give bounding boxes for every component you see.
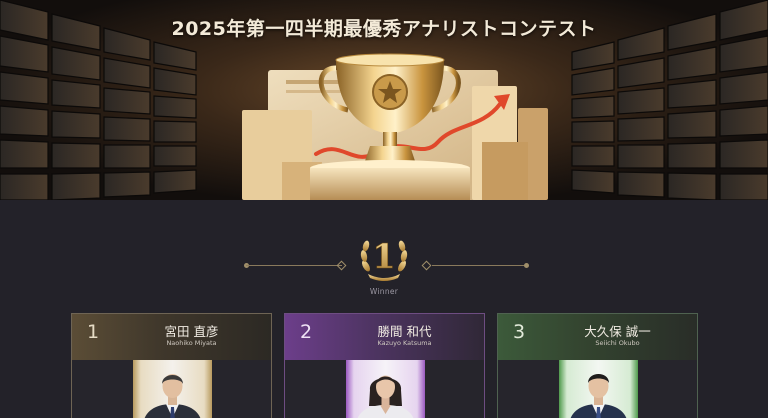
divider-line-left: [246, 265, 342, 266]
rank-number: 1: [87, 321, 100, 343]
divider-ornament: [524, 263, 529, 268]
card-body: [72, 360, 271, 418]
analyst-name-jp: 大久保 誠一: [584, 324, 651, 339]
analyst-photo: [559, 360, 638, 418]
winner-label: Winner: [369, 287, 399, 296]
card-body: [498, 360, 697, 418]
analyst-photo: [133, 360, 212, 418]
portrait-man-icon: [144, 374, 201, 418]
laurel-number-one-icon: 1: [360, 237, 408, 281]
divider-line-right: [432, 265, 528, 266]
portrait-woman-icon: [357, 375, 414, 418]
ranking-card-1[interactable]: 1 宮田 直彦 Naohiko Miyata: [71, 313, 272, 418]
card-header: 2 勝間 和代 Kazuyo Katsuma: [285, 314, 484, 360]
analyst-photo: [346, 360, 425, 418]
card-header: 3 大久保 誠一 Seiichi Okubo: [498, 314, 697, 360]
analyst-name-en: Naohiko Miyata: [166, 339, 217, 347]
trophy-illustration: [242, 53, 548, 200]
hero-banner: 2025年第一四半期最優秀アナリストコンテスト: [0, 0, 768, 200]
analyst-name-en: Kazuyo Katsuma: [377, 339, 432, 347]
page-title: 2025年第一四半期最優秀アナリストコンテスト: [171, 18, 597, 40]
winner-emblem: 1 Winner: [0, 228, 768, 298]
divider-ornament: [336, 260, 347, 271]
rank-number: 3: [513, 321, 526, 343]
winner-number: 1: [372, 237, 396, 277]
analyst-name-en: Seiichi Okubo: [595, 339, 640, 347]
rank-number: 2: [300, 321, 313, 343]
portrait-man-icon: [570, 374, 627, 418]
ranking-card-2[interactable]: 2 勝間 和代 Kazuyo Katsuma: [284, 313, 485, 418]
analyst-name-jp: 宮田 直彦: [164, 324, 219, 339]
ranking-card-3[interactable]: 3 大久保 誠一 Seiichi Okubo: [497, 313, 698, 418]
card-header: 1 宮田 直彦 Naohiko Miyata: [72, 314, 271, 360]
card-body: [285, 360, 484, 418]
divider-ornament: [421, 260, 432, 271]
analyst-name-jp: 勝間 和代: [377, 324, 432, 339]
